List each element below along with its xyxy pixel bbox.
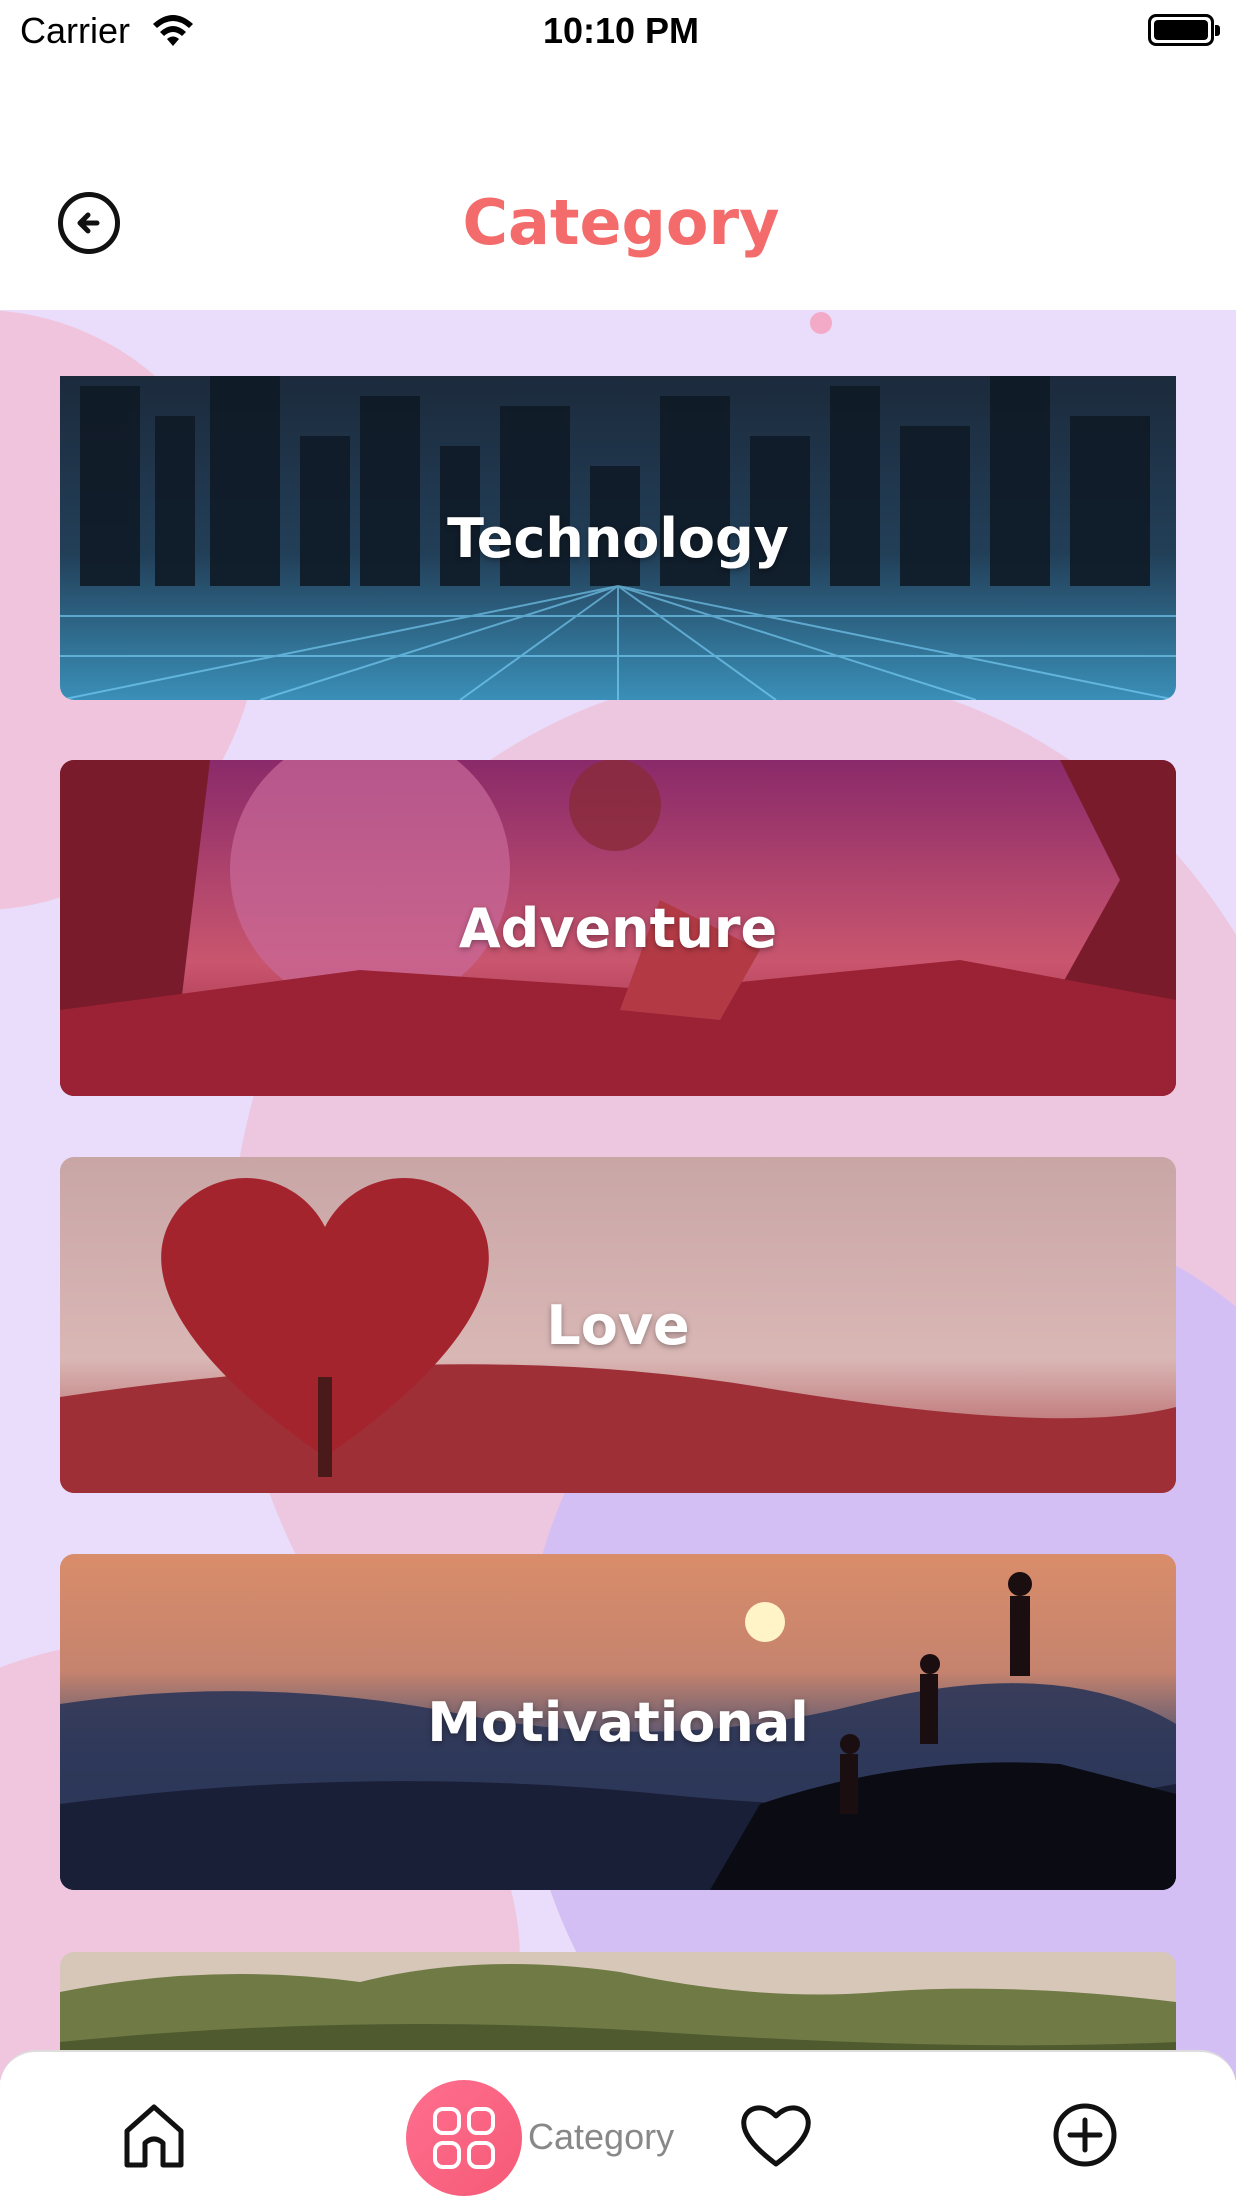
header: Category	[0, 66, 1242, 310]
status-bar: Carrier 10:10 PM	[0, 0, 1242, 66]
home-icon	[124, 2104, 184, 2168]
nav-home-button[interactable]	[118, 2100, 190, 2172]
grid-icon	[433, 2107, 495, 2169]
heart-icon	[741, 2105, 811, 2167]
bottom-nav: Category	[0, 2050, 1236, 2208]
nav-add-button[interactable]	[1052, 2102, 1118, 2168]
nav-favorites-button[interactable]	[738, 2100, 814, 2170]
category-label: Motivational	[427, 1690, 809, 1754]
battery-icon	[1148, 14, 1220, 46]
clock: 10:10 PM	[542, 10, 700, 51]
category-label: Technology	[447, 506, 789, 570]
category-card-motivational[interactable]: Motivational	[60, 1554, 1176, 1890]
page-title: Category	[462, 186, 780, 259]
category-card-adventure[interactable]: Adventure	[60, 760, 1176, 1096]
category-card-love[interactable]: Love	[60, 1157, 1176, 1493]
category-label: Adventure	[458, 896, 778, 960]
category-list[interactable]: Technology Adventure Love Motivational	[0, 310, 1236, 2080]
category-card-technology[interactable]: Technology	[60, 376, 1176, 700]
category-label: Love	[546, 1293, 690, 1357]
nav-category-button[interactable]	[406, 2080, 522, 2196]
plus-circle-icon	[1053, 2103, 1117, 2167]
nav-category-label[interactable]: Category	[528, 2116, 674, 2158]
